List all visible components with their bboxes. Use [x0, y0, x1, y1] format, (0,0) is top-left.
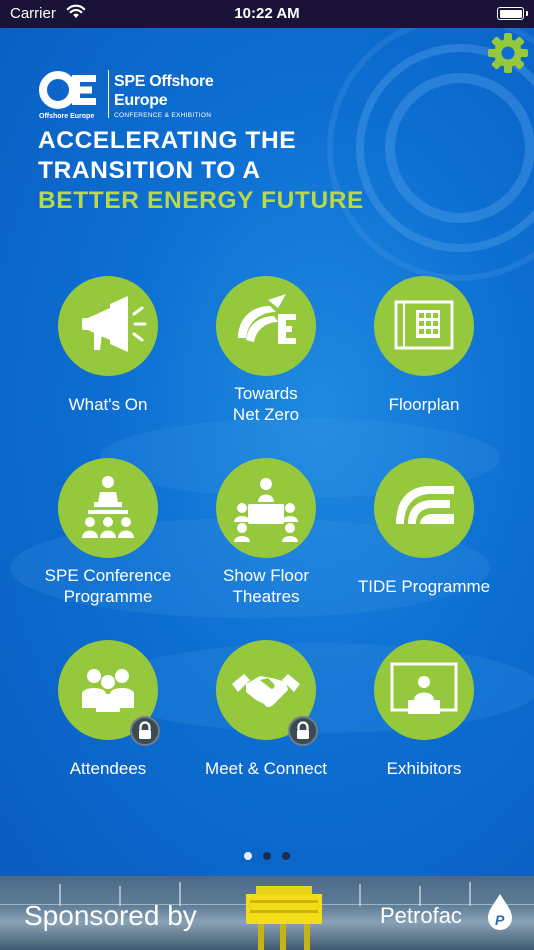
- tile-label-line1: SPE Conference: [44, 566, 172, 585]
- tile-attendees[interactable]: Attendees: [28, 640, 188, 800]
- tile-label: Meet & Connect: [205, 759, 327, 778]
- tile-label-line1: Show Floor: [223, 566, 309, 585]
- tile-tide-programme[interactable]: TIDE Programme: [344, 458, 504, 618]
- tile-label-line1: Towards: [234, 384, 298, 403]
- status-bar: Carrier 10:22 AM: [0, 0, 534, 28]
- logo-brand-line2: Europe: [114, 92, 168, 109]
- battery-full-icon: [497, 7, 528, 20]
- tile-label: Exhibitors: [386, 759, 462, 778]
- gear-icon[interactable]: [487, 32, 529, 74]
- floorplan-icon: [374, 276, 474, 376]
- logo-brand: SPE Offshore Europe: [114, 72, 214, 110]
- sponsor-banner[interactable]: Sponsored by Petrofac P: [0, 876, 534, 950]
- tile-spe-conference-programme[interactable]: SPE Conference Programme: [28, 458, 188, 618]
- page-dot[interactable]: [282, 852, 290, 860]
- tile-exhibitors[interactable]: Exhibitors: [344, 640, 504, 800]
- logo-subtitle: CONFERENCE & EXHIBITION: [114, 112, 212, 119]
- logo-brand-line1: SPE Offshore: [114, 73, 214, 90]
- headline-line1: ACCELERATING THE: [38, 127, 297, 154]
- exhibitor-screen-icon: [374, 640, 474, 740]
- logo-mark-text: Offshore Europe: [39, 113, 95, 120]
- tile-label: Attendees: [69, 759, 147, 778]
- offshore-platform-image: [246, 886, 322, 950]
- tide-logo-icon: [374, 458, 474, 558]
- meeting-table-icon: [216, 458, 316, 558]
- tile-floorplan[interactable]: Floorplan: [344, 276, 504, 436]
- page-dot[interactable]: [263, 852, 271, 860]
- megaphone-icon: [58, 276, 158, 376]
- petrofac-logo-icon: P: [488, 894, 512, 930]
- tile-towards-net-zero[interactable]: Towards Net Zero: [186, 276, 346, 436]
- lock-icon: [288, 716, 318, 746]
- tile-label: TIDE Programme: [357, 577, 491, 596]
- tile-meet-and-connect[interactable]: Meet & Connect: [186, 640, 346, 800]
- tile-label-line2: Net Zero: [232, 405, 300, 424]
- page-dot-active[interactable]: [244, 852, 252, 860]
- tile-label: What's On: [68, 395, 148, 414]
- lock-icon: [130, 716, 160, 746]
- logo-divider: [108, 70, 109, 118]
- headline: ACCELERATING THE TRANSITION TO A BETTER …: [38, 126, 364, 216]
- spe-offshore-europe-logo: Offshore Europe SPE Offshore Europe CONF…: [38, 70, 238, 126]
- tile-label-line2: Programme: [63, 587, 153, 606]
- home-screen: Offshore Europe SPE Offshore Europe CONF…: [0, 28, 534, 876]
- page-indicator[interactable]: [242, 850, 294, 862]
- petrofac-logo-text: Petrofac: [380, 903, 462, 928]
- tile-show-floor-theatres[interactable]: Show Floor Theatres: [186, 458, 346, 618]
- headline-line2: TRANSITION TO A: [38, 157, 261, 184]
- tile-label: Floorplan: [388, 395, 460, 414]
- svg-text:P: P: [495, 912, 505, 928]
- tile-whats-on[interactable]: What's On: [28, 276, 188, 436]
- speaker-podium-icon: [58, 458, 158, 558]
- status-time: 10:22 AM: [234, 5, 300, 22]
- headline-line3: BETTER ENERGY FUTURE: [38, 187, 364, 214]
- net-zero-logo-icon: [216, 276, 316, 376]
- tile-label-line2: Theatres: [232, 587, 300, 606]
- sponsored-by-label: Sponsored by: [24, 900, 197, 931]
